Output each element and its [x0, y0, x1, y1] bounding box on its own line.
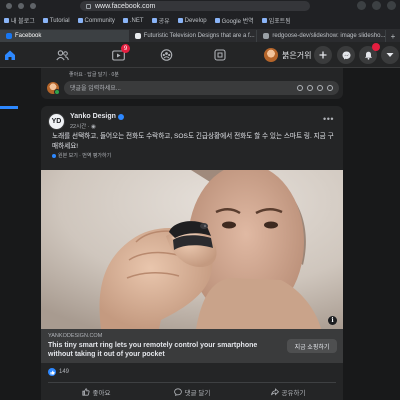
post-timestamp[interactable]: 22시간 · ◉ — [70, 122, 96, 130]
url-bar[interactable]: www.facebook.com — [80, 1, 310, 11]
extension-icon[interactable] — [387, 1, 396, 10]
info-icon[interactable]: i — [328, 316, 337, 325]
shop-now-button[interactable]: 지금 쇼핑하기 — [287, 339, 337, 353]
messenger-icon — [342, 51, 350, 59]
verified-icon — [117, 113, 124, 120]
comment-composer: 댓글을 입력하세요... — [47, 80, 339, 95]
bookmark-item[interactable]: Tutorial — [42, 18, 70, 24]
groups-icon[interactable] — [156, 46, 176, 64]
tab-github[interactable]: redgoose-dev/slideshow: image slidesho..… — [257, 30, 387, 42]
sticker-icon[interactable] — [327, 84, 333, 91]
avatar — [47, 81, 60, 95]
profile-name: 붉은거위 — [282, 50, 312, 60]
bookmark-item[interactable]: .NET — [122, 18, 144, 24]
folder-icon — [4, 18, 9, 23]
facebook-navbar: 9 붉은거위 — [0, 42, 400, 109]
share-button[interactable]: 공유하기 — [240, 385, 336, 399]
comment-meta: 좋아요 · 답글 달기 · 0분 — [69, 72, 119, 78]
like-button[interactable]: 좋아요 — [48, 385, 144, 399]
bookmark-item[interactable]: Google 번역 — [214, 16, 254, 25]
folder-icon — [261, 18, 267, 23]
url-text: www.facebook.com — [95, 2, 156, 10]
translate-link[interactable]: 원본 보기 · 번역 평가하기 — [52, 152, 111, 159]
comment-button[interactable]: 댓글 달기 — [144, 385, 240, 399]
more-options-icon[interactable]: ••• — [323, 114, 334, 124]
browser-extensions — [357, 1, 396, 10]
extension-icon[interactable] — [357, 1, 366, 10]
folder-icon — [77, 18, 83, 23]
page-name-link[interactable]: Yanko Design — [70, 113, 124, 120]
friends-icon[interactable] — [52, 46, 72, 64]
account-menu-button[interactable] — [381, 46, 399, 64]
bookmark-item[interactable]: 임포트됨 — [261, 16, 291, 25]
github-icon — [263, 33, 270, 39]
bookmark-item[interactable]: 내 블로그 — [4, 16, 35, 25]
home-icon[interactable] — [0, 46, 20, 64]
bookmark-item[interactable]: Develop — [177, 18, 207, 24]
page-logo[interactable]: YD — [48, 113, 65, 130]
browser-nav-buttons — [6, 3, 36, 9]
bookmarks-bar: 내 블로그 Tutorial Community .NET 공유 Develop… — [0, 12, 400, 30]
yanko-icon — [134, 33, 141, 39]
chevron-down-icon — [386, 53, 394, 57]
messenger-button[interactable] — [337, 46, 355, 64]
share-icon — [270, 388, 279, 396]
notification-badge: 9 — [121, 44, 130, 53]
post-card: YD Yanko Design 22시간 · ◉ ••• 노래를 선택하고, 들… — [41, 106, 343, 400]
folder-icon — [42, 18, 48, 23]
bell-icon — [364, 51, 372, 60]
previous-post-comment-area: 좋아요 · 답글 달기 · 0분 댓글을 입력하세요... — [41, 68, 343, 99]
extension-icon[interactable] — [372, 1, 381, 10]
comment-input[interactable]: 댓글을 입력하세요... — [64, 80, 339, 95]
folder-icon — [177, 18, 183, 23]
tab-yanko[interactable]: Futuristic Television Designs that are a… — [129, 30, 258, 42]
avatar — [264, 48, 278, 62]
forward-icon[interactable] — [18, 3, 24, 9]
reactions-summary[interactable]: 149 — [48, 368, 69, 376]
comment-icon — [173, 388, 182, 396]
comment-tools — [297, 84, 339, 91]
bookmark-item[interactable]: Community — [77, 18, 115, 24]
translate-icon — [214, 18, 220, 23]
comment-placeholder: 댓글을 입력하세요... — [70, 86, 121, 92]
tab-facebook[interactable]: Facebook — [0, 30, 129, 42]
globe-icon: ◉ — [91, 124, 96, 130]
gif-icon[interactable] — [317, 84, 323, 91]
new-tab-button[interactable]: + — [386, 30, 400, 42]
watch-icon[interactable]: 9 — [108, 44, 130, 64]
thumbs-up-icon — [81, 388, 90, 396]
camera-icon[interactable] — [307, 84, 313, 91]
active-tab-indicator — [0, 106, 18, 109]
reload-icon[interactable] — [30, 3, 36, 9]
post-actions: 좋아요 댓글 달기 공유하기 — [48, 385, 336, 399]
like-reaction-icon — [48, 368, 56, 376]
folder-icon — [151, 18, 157, 23]
link-title: This tiny smart ring lets you remotely c… — [48, 342, 258, 358]
gaming-icon[interactable] — [210, 46, 230, 64]
divider — [48, 382, 336, 383]
ring-photo — [41, 170, 343, 329]
browser-tabs: Facebook Futuristic Television Designs t… — [0, 30, 400, 42]
facebook-icon — [6, 33, 12, 39]
post-header: YD Yanko Design 22시간 · ◉ ••• — [48, 112, 338, 134]
globe-icon — [52, 153, 56, 158]
profile-button[interactable]: 붉은거위 — [262, 47, 315, 63]
emoji-icon[interactable] — [297, 84, 303, 91]
post-image[interactable]: i — [41, 170, 343, 329]
bookmark-item[interactable]: 공유 — [151, 16, 170, 25]
lock-icon — [86, 3, 91, 9]
create-button[interactable] — [314, 46, 332, 64]
notifications-button[interactable] — [359, 43, 380, 64]
link-domain: YANKODESIGN.COM — [48, 333, 103, 339]
notification-dot — [372, 43, 380, 51]
link-preview[interactable]: YANKODESIGN.COM This tiny smart ring let… — [41, 329, 343, 363]
post-text: 노래를 선택하고, 들어오는 전화도 수락하고, SOS도 긴급상황에서 전화도… — [52, 133, 334, 150]
folder-icon — [122, 18, 128, 23]
back-icon[interactable] — [6, 3, 12, 9]
browser-address-row: www.facebook.com — [0, 0, 400, 12]
reaction-count: 149 — [59, 369, 70, 375]
